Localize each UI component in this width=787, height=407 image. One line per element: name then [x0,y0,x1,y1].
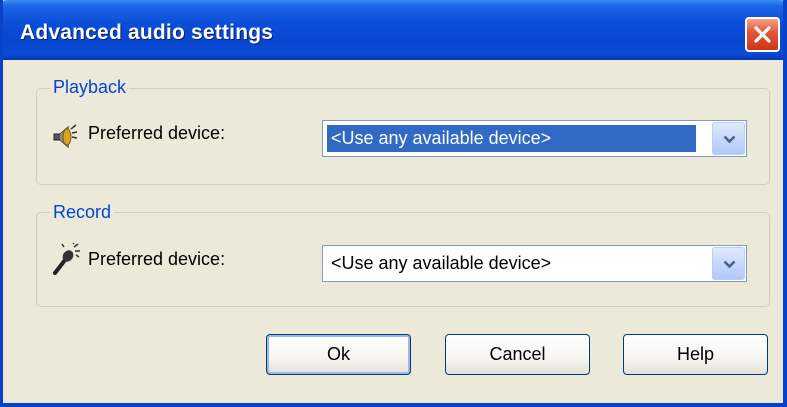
chevron-down-icon [723,135,736,144]
microphone-icon [53,243,80,275]
record-preferred-label: Preferred device: [88,249,226,269]
playback-device-select[interactable]: <Use any available device> [322,120,747,157]
help-button[interactable]: Help [623,334,768,375]
close-button[interactable] [745,17,780,52]
speaker-icon [53,124,78,149]
playback-group-label: Playback [50,77,130,98]
record-group-label: Record [50,202,115,223]
playback-device-value: <Use any available device> [327,125,696,152]
close-icon [754,26,771,43]
record-dropdown-button[interactable] [712,247,745,280]
record-device-select[interactable]: <Use any available device> [322,245,747,282]
cancel-button[interactable]: Cancel [445,334,590,375]
title-bar[interactable]: Advanced audio settings [3,0,783,60]
ok-button[interactable]: Ok [266,334,411,375]
window-title: Advanced audio settings [20,21,274,44]
record-device-value: <Use any available device> [331,253,552,273]
chevron-down-icon [723,260,736,269]
playback-dropdown-button[interactable] [712,122,745,155]
playback-preferred-label: Preferred device: [88,123,226,143]
advanced-audio-settings-dialog: Advanced audio settings Playback Preferr… [0,0,787,407]
